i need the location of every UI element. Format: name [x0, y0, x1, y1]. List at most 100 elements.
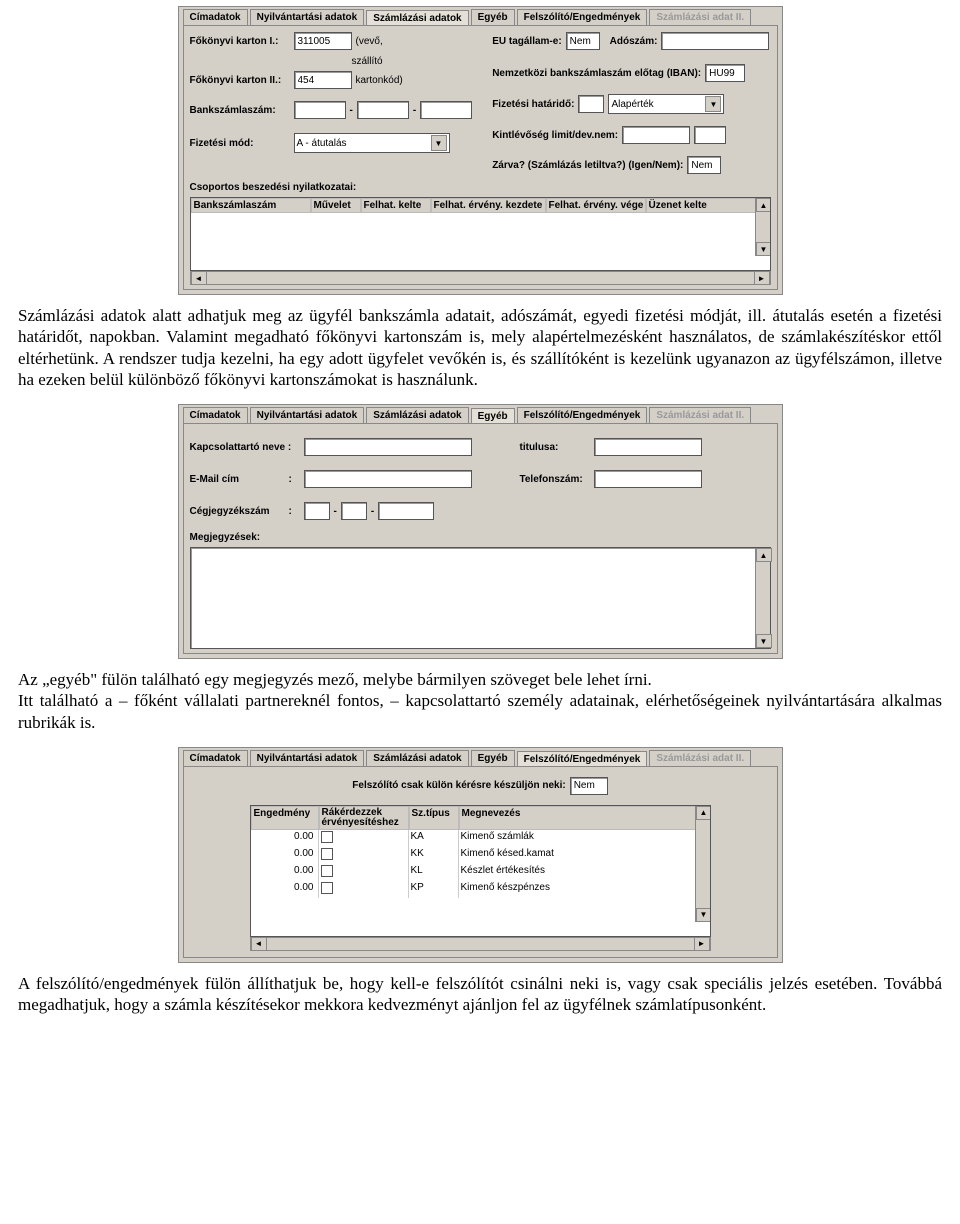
cell-engedmeny: 0.00 [251, 847, 319, 864]
cell-checkbox[interactable] [319, 847, 409, 864]
megj-textarea[interactable]: ▲ ▼ [190, 547, 771, 649]
tab-nyilvantartasi[interactable]: Nyilvántartási adatok [250, 750, 365, 766]
tab-nyilvantartasi[interactable]: Nyilvántartási adatok [250, 9, 365, 25]
felsz-label: Felszólító csak külön kérésre készüljön … [352, 780, 565, 791]
scroll-down-icon[interactable]: ▼ [696, 908, 711, 922]
tab-egyeb[interactable]: Egyéb [471, 750, 515, 766]
cegj-input-3[interactable] [378, 502, 434, 520]
tab-nyilvantartasi[interactable]: Nyilvántartási adatok [250, 407, 365, 423]
colon-1: : [289, 474, 300, 485]
horizontal-scrollbar[interactable]: ◄ ► [250, 937, 711, 951]
tab-cimadatok[interactable]: Címadatok [183, 407, 248, 423]
fizhat-select[interactable]: Alapérték ▼ [608, 94, 724, 114]
eu-input[interactable] [566, 32, 600, 50]
titulus-input[interactable] [594, 438, 702, 456]
tab-szamlazasi[interactable]: Számlázási adatok [366, 750, 468, 766]
scroll-up-icon[interactable]: ▲ [696, 806, 711, 820]
dash-3: - [334, 506, 337, 517]
cell-checkbox[interactable] [319, 830, 409, 847]
fizhat-input[interactable] [578, 95, 604, 113]
tab-felszolito[interactable]: Felszólító/Engedmények [517, 407, 648, 423]
tab-szamlazasi[interactable]: Számlázási adatok [366, 407, 468, 423]
felszolito-panel: Felszólító csak külön kérésre készüljön … [183, 766, 778, 958]
scroll-up-icon[interactable]: ▲ [756, 548, 772, 562]
fokonyvi1-input[interactable] [294, 32, 352, 50]
email-input[interactable] [304, 470, 472, 488]
csoportos-label: Csoportos beszedési nyilatkozatai: [190, 182, 357, 193]
colon-2: : [289, 506, 300, 517]
tab-szamlazasi[interactable]: Számlázási adatok [366, 10, 468, 26]
paragraph-2: Az „egyéb" fülön található egy megjegyzé… [18, 669, 942, 690]
fokonyvi2-label: Főkönyvi karton II.: [190, 75, 290, 86]
gridcol-engedmeny: Engedmény [251, 806, 319, 830]
table-row[interactable]: 0.00KPKimenő készpénzes [251, 881, 710, 898]
billing-panel: Főkönyvi karton I.: (vevő, szállító Főkö… [183, 25, 778, 290]
zarva-label: Zárva? (Számlázás letiltva?) (Igen/Nem): [492, 160, 683, 171]
note-kartonkod: kartonkód) [356, 75, 403, 86]
tabs-bar: Címadatok Nyilvántartási adatok Számlázá… [179, 7, 782, 25]
table-row[interactable]: 0.00KLKészlet értékesítés [251, 864, 710, 881]
fizmod-select[interactable]: A - átutalás ▼ [294, 133, 450, 153]
vertical-scrollbar[interactable]: ▲ ▼ [695, 806, 710, 922]
cell-sztipus: KK [409, 847, 459, 864]
scroll-down-icon[interactable]: ▼ [756, 634, 772, 648]
tab-egyeb[interactable]: Egyéb [471, 9, 515, 25]
chevron-down-icon[interactable]: ▼ [705, 96, 721, 112]
scroll-right-icon[interactable]: ► [694, 937, 710, 951]
table-row[interactable]: 0.00KAKimenő számlák [251, 830, 710, 847]
tab-szamlazasi2: Számlázási adat II. [649, 407, 751, 423]
gridcol-felhatkelt: Felhat. kelte [361, 198, 431, 213]
gridcol-felhatvege: Felhat. érvény. vége [546, 198, 646, 213]
kapcs-label: Kapcsolattartó neve : [190, 442, 300, 453]
bank-input-3[interactable] [420, 101, 472, 119]
cegj-input-2[interactable] [341, 502, 367, 520]
cell-sztipus: KL [409, 864, 459, 881]
tab-felszolito[interactable]: Felszólító/Engedmények [517, 751, 648, 767]
felsz-input[interactable] [570, 777, 608, 795]
vertical-scrollbar[interactable]: ▲ ▼ [755, 198, 770, 256]
gridcol-rakerdezzek: Rákérdezzekérvényesítéshez [319, 806, 409, 830]
table-row[interactable]: 0.00 KKKimenő késed.kamat [251, 847, 710, 864]
scroll-right-icon[interactable]: ► [754, 271, 770, 285]
chevron-down-icon[interactable]: ▼ [431, 135, 447, 151]
horizontal-scrollbar[interactable]: ◄ ► [190, 271, 771, 285]
tab-cimadatok[interactable]: Címadatok [183, 750, 248, 766]
scroll-left-icon[interactable]: ◄ [251, 937, 267, 951]
cell-checkbox[interactable] [319, 881, 409, 898]
tab-cimadatok[interactable]: Címadatok [183, 9, 248, 25]
cell-engedmeny: 0.00 [251, 830, 319, 847]
scroll-left-icon[interactable]: ◄ [191, 271, 207, 285]
kintlev-input-2[interactable] [694, 126, 726, 144]
kapcs-input[interactable] [304, 438, 472, 456]
paragraph-1: Számlázási adatok alatt adhatjuk meg az … [18, 305, 942, 390]
bank-input-2[interactable] [357, 101, 409, 119]
tabs-bar-3: Címadatok Nyilvántartási adatok Számlázá… [179, 748, 782, 766]
engedmeny-grid[interactable]: Engedmény Rákérdezzekérvényesítéshez Sz.… [250, 805, 711, 937]
cell-checkbox[interactable] [319, 864, 409, 881]
scroll-up-icon[interactable]: ▲ [756, 198, 771, 212]
scroll-down-icon[interactable]: ▼ [756, 242, 771, 256]
tel-input[interactable] [594, 470, 702, 488]
tab-szamlazasi2: Számlázási adat II. [649, 9, 751, 25]
gridcol-sztipus: Sz.típus [409, 806, 459, 830]
bank-input-1[interactable] [294, 101, 346, 119]
cell-megnevezes: Kimenő késed.kamat [459, 847, 710, 864]
gridcol-bankszamla: Bankszámlaszám [191, 198, 311, 213]
billing-window: Címadatok Nyilvántartási adatok Számlázá… [178, 6, 783, 295]
tel-label: Telefonszám: [520, 474, 590, 485]
tab-egyeb[interactable]: Egyéb [471, 408, 515, 424]
cell-sztipus: KP [409, 881, 459, 898]
csoportos-grid[interactable]: Bankszámlaszám Művelet Felhat. kelte Fel… [190, 197, 771, 271]
paragraph-3: A felszólító/engedmények fülön állíthatj… [18, 973, 942, 1016]
adoszam-label: Adószám: [610, 36, 658, 47]
adoszam-input[interactable] [661, 32, 769, 50]
tab-felszolito[interactable]: Felszólító/Engedmények [517, 9, 648, 25]
gridcol-muvelet: Művelet [311, 198, 361, 213]
kintlev-input-1[interactable] [622, 126, 690, 144]
iban-input[interactable] [705, 64, 745, 82]
vertical-scrollbar[interactable]: ▲ ▼ [755, 548, 770, 648]
fokonyvi2-input[interactable] [294, 71, 352, 89]
zarva-input[interactable] [687, 156, 721, 174]
cegj-input-1[interactable] [304, 502, 330, 520]
cell-megnevezes: Kimenő készpénzes [459, 881, 710, 898]
